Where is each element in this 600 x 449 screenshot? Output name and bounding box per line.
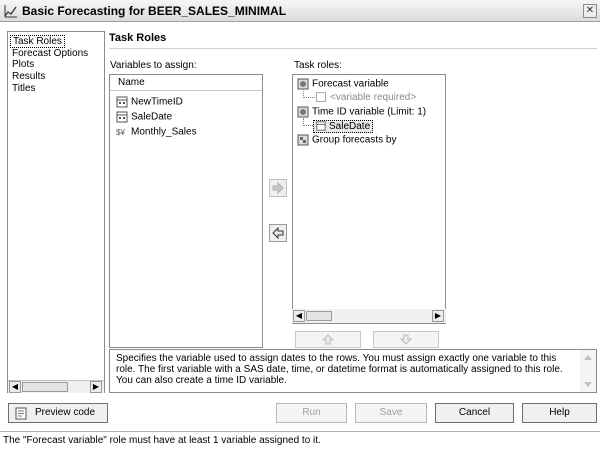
scroll-thumb[interactable] [306, 311, 332, 321]
variable-name: Monthly_Sales [131, 126, 197, 138]
remove-arrow-button[interactable] [269, 224, 287, 242]
preview-code-button[interactable]: Preview code [8, 403, 108, 423]
title-divider [109, 48, 597, 49]
assign-arrow-button[interactable] [269, 179, 287, 197]
code-document-icon [15, 407, 27, 420]
save-button[interactable]: Save [355, 403, 427, 423]
nav-item-plots[interactable]: Plots [12, 59, 34, 70]
empty-slot-icon [316, 92, 326, 103]
forecast-app-icon [4, 5, 17, 18]
role-label: Group forecasts by [312, 134, 397, 146]
arrow-down-icon [399, 334, 413, 345]
roles-horizontal-scrollbar[interactable]: ◀ ▶ [292, 309, 446, 323]
date-variable-icon [116, 96, 128, 108]
task-roles-tree[interactable]: Forecast variable <variable required> Ti… [292, 74, 446, 324]
description-scrollbar[interactable] [580, 350, 596, 392]
title-bar: Basic Forecasting for BEER_SALES_MINIMAL… [0, 0, 600, 22]
move-up-button[interactable] [295, 331, 361, 348]
currency-variable-icon: $¥ [116, 128, 125, 137]
status-bar: The "Forecast variable" role must have a… [0, 431, 600, 449]
variables-list[interactable]: Name NewTimeID SaleDate $¥ Monthly_Sales [109, 74, 263, 348]
tree-connector [303, 89, 317, 98]
nav-horizontal-scrollbar[interactable]: ◀ ▶ [8, 380, 104, 393]
scroll-left-icon[interactable]: ◀ [293, 310, 305, 322]
task-navigation-list: Task Roles Forecast Options Plots Result… [7, 31, 105, 393]
assigned-variable-saledate[interactable]: SaleDate [313, 120, 374, 133]
move-down-button[interactable] [373, 331, 439, 348]
role-label: Forecast variable [312, 78, 389, 90]
required-placeholder: <variable required> [316, 92, 416, 103]
nav-item-results[interactable]: Results [12, 71, 45, 82]
arrow-left-icon [272, 226, 284, 240]
column-header-name[interactable]: Name [110, 75, 262, 91]
list-item[interactable]: $¥ Monthly_Sales [116, 126, 197, 140]
nav-item-task-roles[interactable]: Task Roles [10, 35, 65, 48]
cancel-button[interactable]: Cancel [435, 403, 514, 423]
scroll-left-icon[interactable]: ◀ [9, 381, 21, 393]
run-button[interactable]: Run [276, 403, 347, 423]
column-header-label: Name [118, 77, 145, 88]
close-icon[interactable]: ✕ [583, 4, 597, 18]
role-description: Specifies the variable used to assign da… [116, 353, 563, 386]
arrow-right-icon [272, 181, 284, 195]
variables-label: Variables to assign: [110, 60, 197, 71]
variable-name: SaleDate [329, 121, 371, 132]
window-title: Basic Forecasting for BEER_SALES_MINIMAL [22, 4, 287, 18]
date-variable-icon [316, 121, 326, 131]
nav-item-forecast-options[interactable]: Forecast Options [12, 48, 88, 59]
tree-connector [303, 118, 313, 126]
role-description-panel: Specifies the variable used to assign da… [109, 349, 597, 393]
list-item[interactable]: SaleDate [116, 111, 172, 125]
help-button[interactable]: Help [522, 403, 597, 423]
group-role-icon [297, 134, 309, 146]
variable-name: NewTimeID [131, 96, 183, 108]
nav-item-titles[interactable]: Titles [12, 83, 36, 94]
list-item[interactable]: NewTimeID [116, 96, 183, 110]
role-label: Time ID variable (Limit: 1) [312, 106, 427, 118]
arrow-up-icon [321, 334, 335, 345]
scroll-right-icon[interactable]: ▶ [90, 381, 102, 393]
required-text: <variable required> [330, 92, 417, 103]
scroll-right-icon[interactable]: ▶ [432, 310, 444, 322]
scrollbar-arrows [584, 355, 592, 387]
status-message: The "Forecast variable" role must have a… [3, 435, 321, 446]
role-group-by[interactable]: Group forecasts by [297, 134, 396, 146]
role-icon [297, 106, 309, 118]
page-title: Task Roles [109, 32, 167, 44]
task-roles-label: Task roles: [294, 60, 342, 71]
variable-name: SaleDate [131, 111, 173, 123]
role-time-id[interactable]: Time ID variable (Limit: 1) [297, 106, 426, 118]
date-variable-icon [116, 111, 128, 123]
preview-code-label: Preview code [35, 407, 96, 418]
svg-text:$¥: $¥ [116, 128, 125, 137]
scroll-thumb[interactable] [22, 382, 68, 392]
